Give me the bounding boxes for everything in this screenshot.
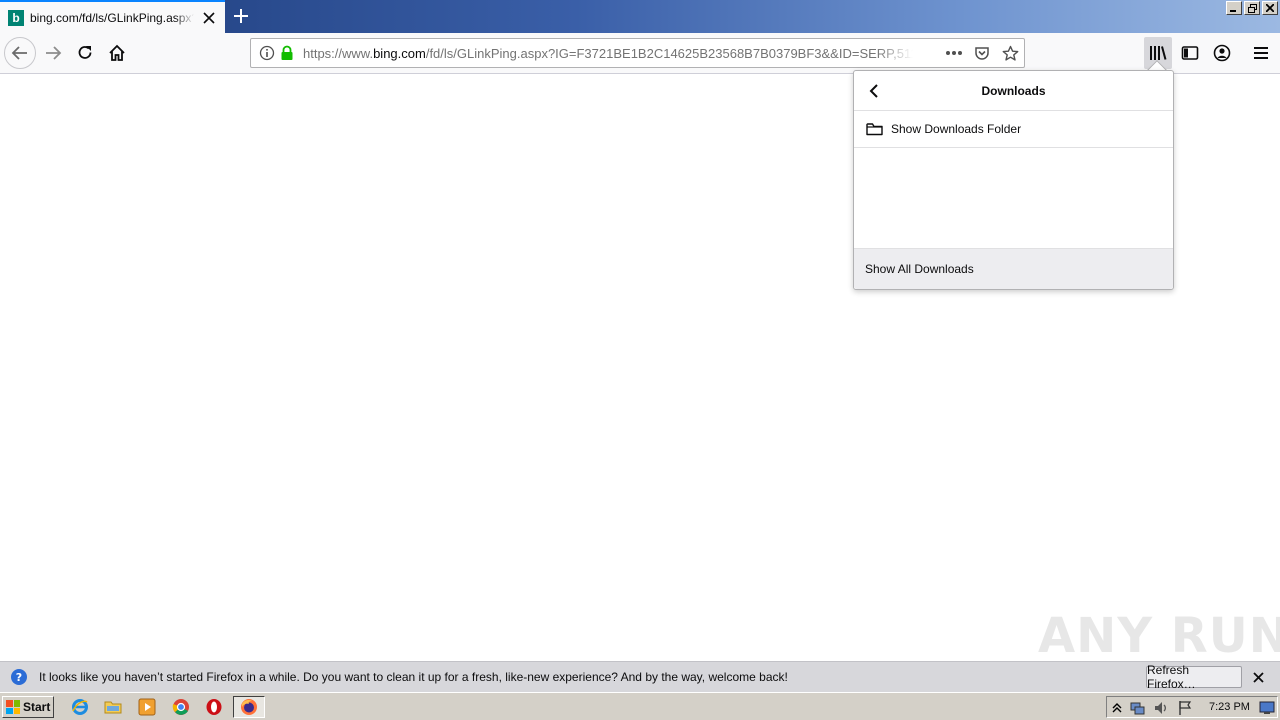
opera-icon[interactable] <box>204 697 224 717</box>
show-all-downloads-label: Show All Downloads <box>865 262 974 276</box>
sidebar-icon <box>1181 46 1199 60</box>
question-icon: ? <box>11 669 27 685</box>
system-tray: 7:23 PM <box>1106 696 1278 718</box>
show-all-downloads-button[interactable]: Show All Downloads <box>854 248 1173 289</box>
lock-icon[interactable] <box>277 43 297 63</box>
firefox-icon <box>241 699 257 715</box>
home-button[interactable] <box>101 37 133 69</box>
restore-button[interactable] <box>1244 1 1260 15</box>
star-icon[interactable] <box>1000 43 1020 63</box>
media-player-icon[interactable] <box>137 697 157 717</box>
new-tab-button[interactable] <box>230 5 252 27</box>
downloads-panel: Downloads Show Downloads Folder Show All… <box>853 70 1174 290</box>
back-arrow-icon <box>11 46 27 60</box>
volume-icon[interactable] <box>1153 700 1169 716</box>
bing-favicon-icon: b <box>8 9 24 26</box>
sidebar-button[interactable] <box>1174 37 1206 69</box>
start-label: Start <box>23 700 51 714</box>
account-button[interactable] <box>1206 37 1238 69</box>
url-text[interactable]: https://www.bing.com/fd/ls/GLinkPing.asp… <box>303 46 913 61</box>
tab-close-icon[interactable] <box>201 10 217 26</box>
hamburger-icon <box>1254 47 1268 59</box>
reload-button[interactable] <box>69 37 101 69</box>
minimize-button[interactable] <box>1226 1 1242 15</box>
downloads-panel-header: Downloads <box>854 71 1173 111</box>
notification-message: It looks like you haven’t started Firefo… <box>39 670 788 684</box>
folder-icon <box>866 123 883 136</box>
forward-arrow-icon <box>46 46 62 60</box>
forward-button[interactable] <box>37 37 69 69</box>
more-icon[interactable] <box>944 43 964 63</box>
url-path: /fd/ls/GLinkPing.aspx?IG=F3721BE1B2C1462… <box>425 46 913 61</box>
refresh-firefox-button[interactable]: Refresh Firefox… <box>1146 663 1242 691</box>
pocket-icon[interactable] <box>972 43 992 63</box>
info-icon[interactable] <box>257 43 277 63</box>
nav-bar: https://www.bing.com/fd/ls/GLinkPing.asp… <box>0 33 1280 74</box>
tab-title: bing.com/fd/ls/GLinkPing.aspx?IG=F3721BE… <box>30 10 194 25</box>
downloads-list-empty <box>854 148 1173 248</box>
notification-bar: ? It looks like you haven’t started Fire… <box>0 661 1280 692</box>
firefox-taskbar-button[interactable] <box>233 696 265 718</box>
chrome-icon[interactable] <box>171 697 191 717</box>
internet-explorer-icon[interactable] <box>70 697 90 717</box>
anyrun-watermark: ANY RUN <box>1038 608 1280 664</box>
home-icon <box>109 44 125 61</box>
window-controls <box>1226 1 1278 15</box>
show-desktop-icon[interactable] <box>1259 700 1275 716</box>
taskbar: Start 7:23 PM <box>0 692 1280 720</box>
tab-strip: b bing.com/fd/ls/GLinkPing.aspx?IG=F3721… <box>0 0 1280 33</box>
clock[interactable]: 7:23 PM <box>1209 701 1250 713</box>
close-icon[interactable] <box>1250 669 1266 685</box>
folder-icon[interactable] <box>103 697 123 717</box>
close-window-button[interactable] <box>1262 1 1278 15</box>
back-button[interactable] <box>4 37 36 69</box>
flag-icon[interactable] <box>1177 700 1193 716</box>
library-icon <box>1150 46 1167 60</box>
network-icon[interactable] <box>1129 700 1145 716</box>
chevron-up-icon[interactable] <box>1109 700 1125 716</box>
account-icon <box>1213 44 1231 62</box>
tab-bing[interactable]: b bing.com/fd/ls/GLinkPing.aspx?IG=F3721… <box>0 0 225 33</box>
windows-logo-icon <box>6 700 20 714</box>
start-button[interactable]: Start <box>2 696 54 718</box>
url-bar[interactable]: https://www.bing.com/fd/ls/GLinkPing.asp… <box>250 38 1025 68</box>
url-prefix: https://www. <box>303 46 374 61</box>
url-host: bing.com <box>373 46 426 61</box>
show-downloads-folder-label: Show Downloads Folder <box>891 122 1022 136</box>
downloads-panel-title: Downloads <box>981 84 1046 98</box>
menu-button[interactable] <box>1245 37 1277 69</box>
reload-icon <box>78 46 92 59</box>
show-downloads-folder-item[interactable]: Show Downloads Folder <box>854 111 1173 148</box>
